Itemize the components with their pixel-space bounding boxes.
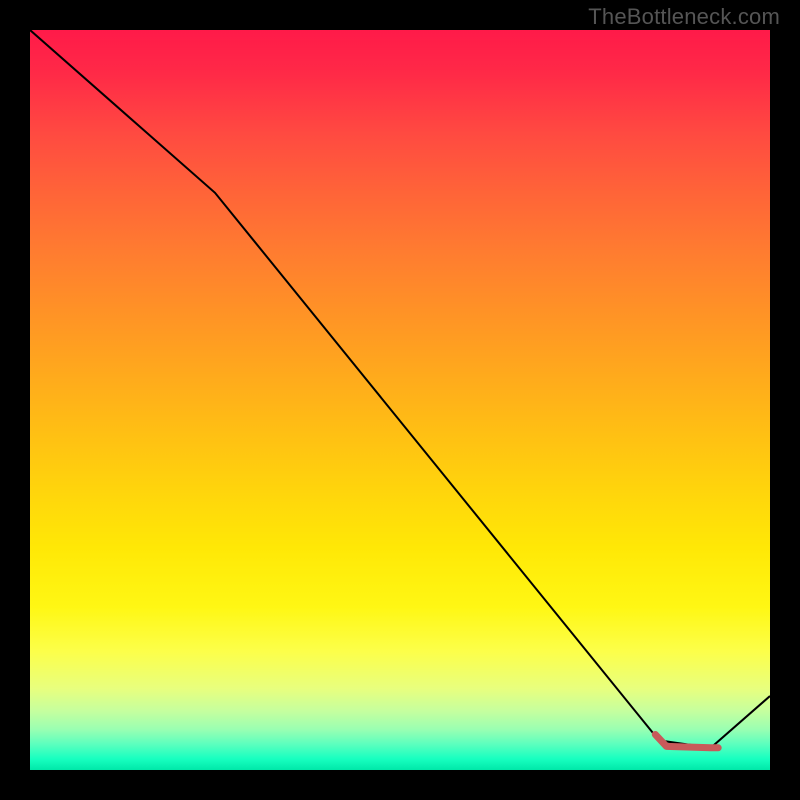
highlight-segment — [655, 734, 718, 747]
chart-container: TheBottleneck.com — [0, 0, 800, 800]
plot-area — [30, 30, 770, 770]
watermark-text: TheBottleneck.com — [588, 4, 780, 30]
main-curve — [30, 30, 770, 748]
chart-overlay — [30, 30, 770, 770]
